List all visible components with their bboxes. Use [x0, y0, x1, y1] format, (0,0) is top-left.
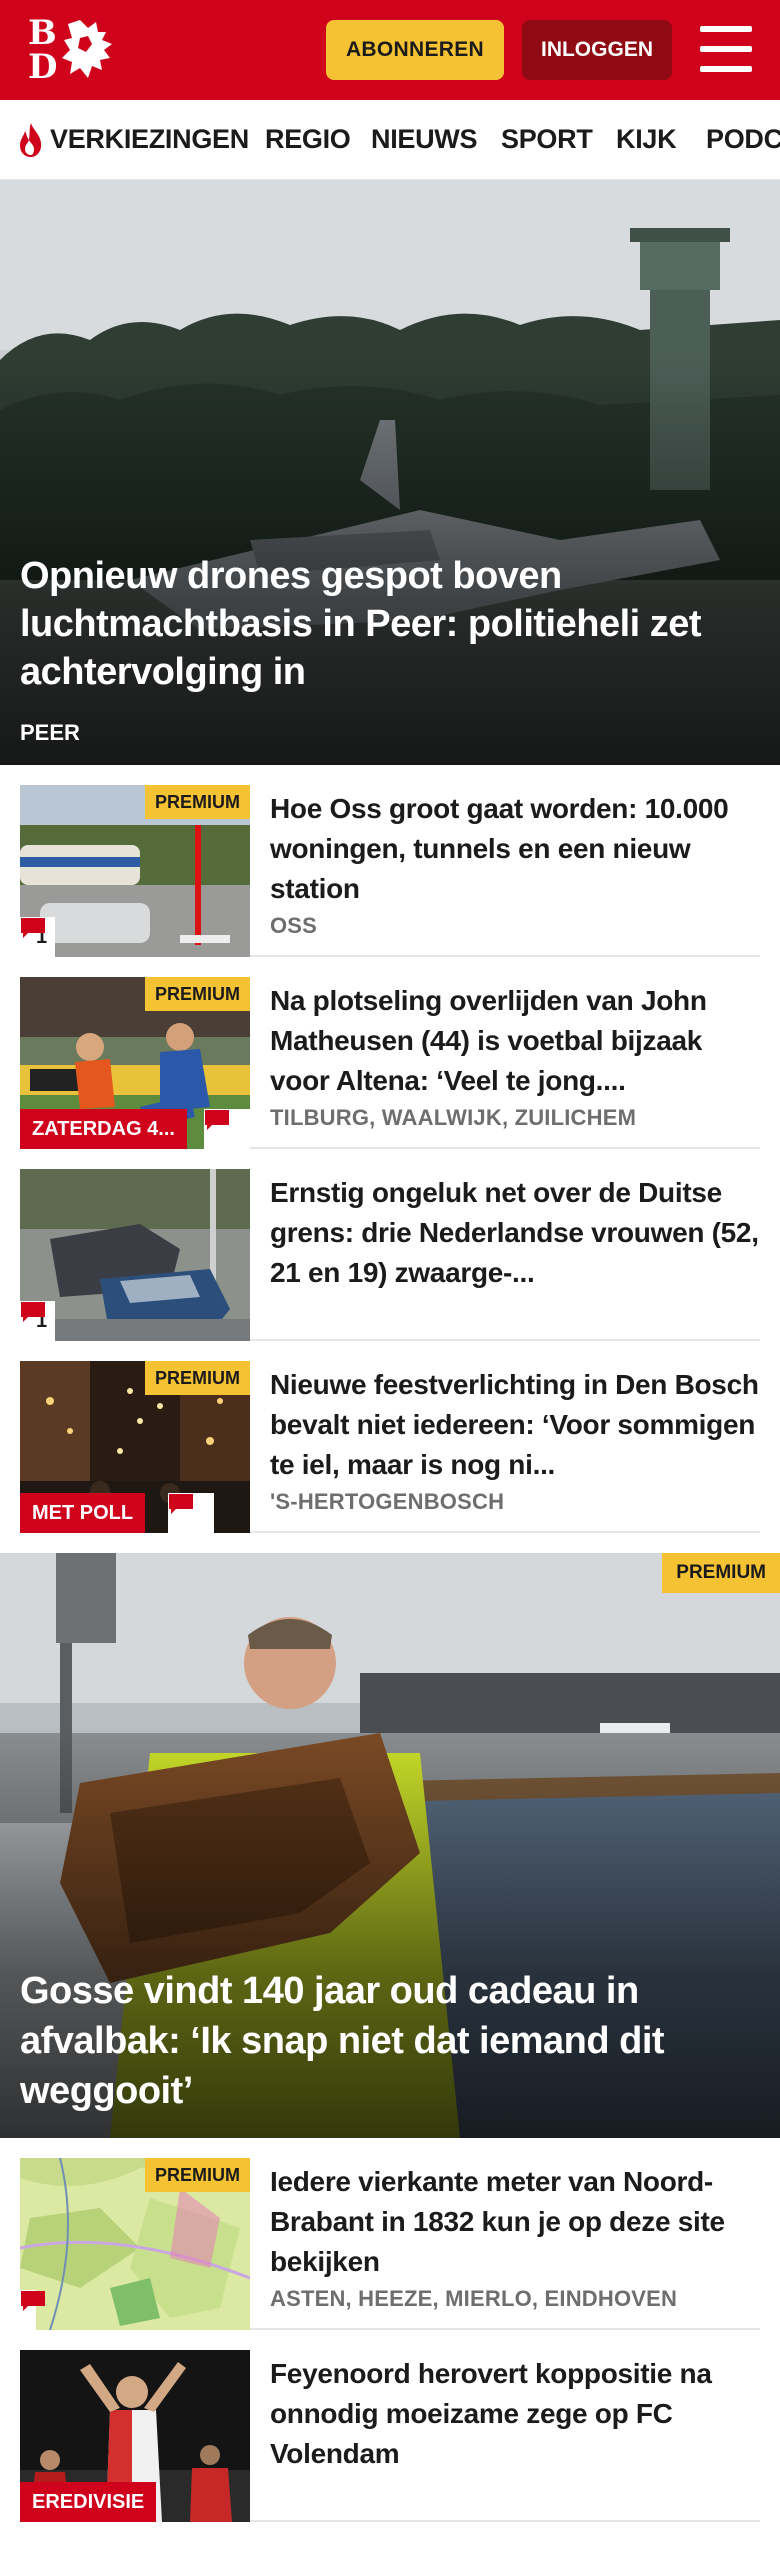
comment-counter[interactable]: [204, 1109, 250, 1149]
list-item[interactable]: EREDIVISIE Feyenoord herovert koppositie…: [20, 2330, 760, 2522]
comment-icon: [205, 1110, 229, 1130]
live-label: ZATERDAG 4...: [20, 1109, 187, 1149]
category-label: EREDIVISIE: [20, 2482, 157, 2522]
article-thumbnail: PREMIUM 1: [20, 785, 250, 957]
logo-letter-b: B: [28, 13, 57, 53]
premium-badge: PREMIUM: [662, 1553, 780, 1593]
premium-badge: PREMIUM: [145, 1361, 250, 1395]
article-title[interactable]: Ernstig ongeluk net over de Duitse grens…: [270, 1173, 760, 1293]
premium-badge: PREMIUM: [145, 785, 250, 819]
flame-icon: [20, 123, 42, 157]
comment-counter[interactable]: [168, 1493, 214, 1533]
article-place: TILBURG, WAALWIJK, ZUILICHEM: [270, 1105, 637, 1130]
article-place: ASTEN, HEEZE, MIERLO, EINDHOVEN: [270, 2286, 678, 2311]
subscribe-button[interactable]: ABONNEREN: [326, 20, 504, 80]
nav-item-verkiezingen[interactable]: VERKIEZINGEN: [50, 122, 249, 156]
poll-label: MET POLL: [20, 1493, 146, 1533]
comment-counter[interactable]: 1: [20, 917, 56, 957]
nav-item-sport[interactable]: SPORT: [501, 122, 593, 156]
article-thumbnail: 1: [20, 1169, 250, 1341]
article-title[interactable]: Hoe Oss groot gaat worden: 10.000 woning…: [270, 789, 760, 909]
site-header: B D ABONNEREN INLOGGEN: [0, 0, 780, 100]
article-thumbnail: PREMIUM MET POLL: [20, 1361, 250, 1533]
lion-icon: [62, 20, 112, 78]
hamburger-menu-icon[interactable]: [700, 26, 752, 72]
comment-icon: [21, 2291, 45, 2311]
comment-icon: [21, 918, 45, 938]
list-item[interactable]: 1 Ernstig ongeluk net over de Duitse gre…: [20, 1149, 760, 1341]
login-button[interactable]: INLOGGEN: [522, 20, 672, 80]
article-place: 'S-HERTOGENBOSCH: [270, 1489, 505, 1514]
comment-icon: [21, 1302, 45, 1322]
nav-item-kijk[interactable]: KIJK: [616, 122, 677, 156]
premium-badge: PREMIUM: [145, 2158, 250, 2192]
feature-article[interactable]: PREMIUM Gosse vindt 140 jaar oud cadeau …: [0, 1553, 780, 2138]
section-nav: VERKIEZINGEN REGIO NIEUWS SPORT KIJK POD…: [0, 100, 780, 180]
comment-counter[interactable]: [20, 2290, 45, 2330]
article-thumbnail: PREMIUM: [20, 2158, 250, 2330]
premium-badge: PREMIUM: [145, 977, 250, 1011]
bd-logo[interactable]: B D: [26, 16, 118, 84]
article-title[interactable]: Iedere vierkante meter van Noord-Brabant…: [270, 2162, 760, 2282]
article-title[interactable]: Nieuwe feestverlichting in Den Bosch bev…: [270, 1365, 760, 1485]
list-item[interactable]: PREMIUM Iedere vierkante meter van Noord…: [20, 2138, 760, 2330]
feature-title[interactable]: Gosse vindt 140 jaar oud cadeau in afval…: [20, 1966, 750, 2116]
list-item[interactable]: PREMIUM ZATERDAG 4... Na plotseling over…: [20, 957, 760, 1149]
article-thumbnail: EREDIVISIE: [20, 2350, 250, 2522]
nav-item-nieuws[interactable]: NIEUWS: [371, 122, 478, 156]
hero-place: PEER: [20, 720, 80, 745]
article-title[interactable]: Na plotseling overlijden van John Matheu…: [270, 981, 760, 1101]
hero-title[interactable]: Opnieuw drones gespot boven luchtmachtba…: [20, 552, 750, 696]
hero-article[interactable]: Opnieuw drones gespot boven luchtmachtba…: [0, 180, 780, 765]
article-title[interactable]: Feyenoord herovert koppositie na onnodig…: [270, 2354, 760, 2474]
article-place: OSS: [270, 913, 318, 938]
nav-item-podcasts[interactable]: PODC: [706, 122, 780, 156]
comment-icon: [169, 1494, 193, 1514]
logo-letter-d: D: [28, 47, 58, 87]
list-item[interactable]: PREMIUM MET POLL Nieuwe feestverlichting…: [20, 1341, 760, 1533]
comment-counter[interactable]: 1: [20, 1301, 56, 1341]
nav-item-regio[interactable]: REGIO: [265, 122, 351, 156]
article-thumbnail: PREMIUM ZATERDAG 4...: [20, 977, 250, 1149]
list-item[interactable]: PREMIUM 1 Hoe Oss groot gaat worden: 10.…: [20, 765, 760, 957]
